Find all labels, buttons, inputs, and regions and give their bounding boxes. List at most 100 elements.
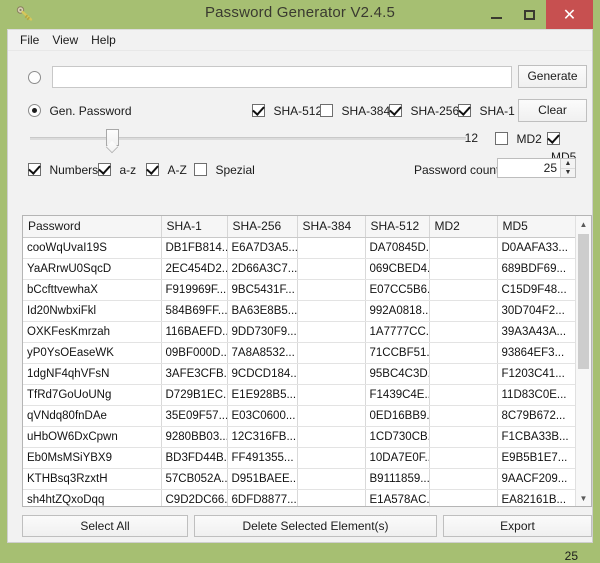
cell-password[interactable]: cooWqUvaI19S xyxy=(23,237,162,259)
cell-password[interactable]: sh4htZQxoDqq xyxy=(23,489,162,506)
table-row[interactable]: uHbOW6DxCpwn 9280BB03... 12C316FB... 1CD730… xyxy=(23,426,577,448)
cell-password[interactable]: qVNdq80fnDAe xyxy=(23,405,162,427)
cell-md5[interactable]: 93864EF3... xyxy=(497,342,577,364)
cell-md2[interactable] xyxy=(429,384,498,406)
charset-option-lowercase[interactable]: a-z xyxy=(98,161,136,179)
cell-sha512[interactable]: 10DA7E0F... xyxy=(365,447,430,469)
cell-sha256[interactable]: E03C0600... xyxy=(227,405,298,427)
select-all-button[interactable]: Select All xyxy=(22,515,188,537)
table-row[interactable]: cooWqUvaI19S DB1FB814... E6A7D3A5... DA7084… xyxy=(23,237,577,259)
cell-md5[interactable]: 11D83C0E... xyxy=(497,384,577,406)
cell-md2[interactable] xyxy=(429,342,498,364)
cell-md2[interactable] xyxy=(429,447,498,469)
cell-sha256[interactable]: 12C316FB... xyxy=(227,426,298,448)
col-header-sha1[interactable]: SHA-1 xyxy=(161,216,228,238)
cell-md5[interactable]: 689BDF69... xyxy=(497,258,577,280)
cell-sha256[interactable]: E6A7D3A5... xyxy=(227,237,298,259)
cell-md2[interactable] xyxy=(429,426,498,448)
cell-sha512[interactable]: 1A7777CC... xyxy=(365,321,430,343)
cell-sha1[interactable]: 35E09F57... xyxy=(161,405,228,427)
table-row[interactable]: 1dgNF4qhVFsN 3AFE3CFB... 9CDCD184... 95BC4C… xyxy=(23,363,577,385)
md-option-md2[interactable]: MD2 xyxy=(495,130,542,148)
cell-sha1[interactable]: 3AFE3CFB... xyxy=(161,363,228,385)
col-header-password[interactable]: Password xyxy=(23,216,162,238)
custom-password-radio[interactable] xyxy=(28,69,41,87)
cell-md2[interactable] xyxy=(429,258,498,280)
password-count-input[interactable] xyxy=(498,159,560,177)
cell-password[interactable]: TfRd7GoUoUNg xyxy=(23,384,162,406)
cell-sha384[interactable] xyxy=(297,489,366,506)
cell-md5[interactable]: EA82161B... xyxy=(497,489,577,506)
cell-sha1[interactable]: D729B1EC... xyxy=(161,384,228,406)
cell-sha384[interactable] xyxy=(297,342,366,364)
col-header-sha256[interactable]: SHA-256 xyxy=(227,216,298,238)
charset-option-numbers[interactable]: Numbers xyxy=(28,161,98,179)
cell-sha384[interactable] xyxy=(297,405,366,427)
maximize-button[interactable] xyxy=(513,0,546,29)
cell-sha512[interactable]: B9111859... xyxy=(365,468,430,490)
cell-sha512[interactable]: 0ED16BB9... xyxy=(365,405,430,427)
col-header-md2[interactable]: MD2 xyxy=(429,216,498,238)
col-header-sha384[interactable]: SHA-384 xyxy=(297,216,366,238)
gen-password-radio[interactable]: Gen. Password xyxy=(28,102,132,120)
cell-sha512[interactable]: 95BC4C3D... xyxy=(365,363,430,385)
cell-password[interactable]: KTHBsq3RzxtH xyxy=(23,468,162,490)
spinner-up-icon[interactable]: ▲ xyxy=(561,159,575,169)
cell-sha256[interactable]: D951BAEE... xyxy=(227,468,298,490)
cell-sha256[interactable]: 9DD730F9... xyxy=(227,321,298,343)
cell-md5[interactable]: 30D704F2... xyxy=(497,300,577,322)
cell-sha512[interactable]: E1A578AC... xyxy=(365,489,430,506)
close-button[interactable]: ✕ xyxy=(546,0,593,29)
table-row[interactable]: yP0YsOEaseWK 09BF000D... 7A8A8532... 71CCBF… xyxy=(23,342,577,364)
cell-md2[interactable] xyxy=(429,468,498,490)
cell-sha512[interactable]: DA70845D... xyxy=(365,237,430,259)
length-slider[interactable] xyxy=(26,127,470,151)
cell-sha256[interactable]: FF491355... xyxy=(227,447,298,469)
cell-sha1[interactable]: 584B69FF... xyxy=(161,300,228,322)
export-button[interactable]: Export xyxy=(443,515,592,537)
scroll-up-icon[interactable]: ▲ xyxy=(576,216,591,232)
table-row[interactable]: Eb0MsMSiYBX9 BD3FD44B... FF491355... 10DA7E… xyxy=(23,447,577,469)
cell-sha256[interactable]: 9CDCD184... xyxy=(227,363,298,385)
cell-password[interactable]: YaARrwU0SqcD xyxy=(23,258,162,280)
cell-sha384[interactable] xyxy=(297,258,366,280)
cell-sha384[interactable] xyxy=(297,447,366,469)
hash-option-sha512[interactable]: SHA-512 xyxy=(252,102,322,120)
cell-password[interactable]: Eb0MsMSiYBX9 xyxy=(23,447,162,469)
generate-button[interactable]: Generate xyxy=(518,65,587,88)
cell-password[interactable]: OXKFesKmrzah xyxy=(23,321,162,343)
minimize-button[interactable] xyxy=(480,0,513,29)
cell-md5[interactable]: F1203C41... xyxy=(497,363,577,385)
cell-md2[interactable] xyxy=(429,489,498,506)
cell-md2[interactable] xyxy=(429,363,498,385)
charset-option-special[interactable]: Spezial xyxy=(194,161,255,179)
cell-sha512[interactable]: F1439C4E... xyxy=(365,384,430,406)
results-table[interactable]: Password SHA-1 SHA-256 SHA-384 SHA-512 M… xyxy=(22,215,592,507)
slider-thumb[interactable] xyxy=(106,129,119,146)
cell-md5[interactable]: 9AACF209... xyxy=(497,468,577,490)
cell-sha512[interactable]: 71CCBF51... xyxy=(365,342,430,364)
hash-option-sha1[interactable]: SHA-1 xyxy=(458,102,515,120)
cell-sha1[interactable]: BD3FD44B... xyxy=(161,447,228,469)
cell-md5[interactable]: C15D9F48... xyxy=(497,279,577,301)
cell-sha512[interactable]: E07CC5B6... xyxy=(365,279,430,301)
cell-sha1[interactable]: 9280BB03... xyxy=(161,426,228,448)
table-row[interactable]: Id20NwbxiFkl 584B69FF... BA63E8B5... 992A08… xyxy=(23,300,577,322)
cell-password[interactable]: yP0YsOEaseWK xyxy=(23,342,162,364)
cell-sha256[interactable]: 2D66A3C7... xyxy=(227,258,298,280)
cell-sha256[interactable]: BA63E8B5... xyxy=(227,300,298,322)
cell-sha256[interactable]: 7A8A8532... xyxy=(227,342,298,364)
cell-sha384[interactable] xyxy=(297,300,366,322)
scroll-down-icon[interactable]: ▼ xyxy=(576,490,591,506)
cell-password[interactable]: 1dgNF4qhVFsN xyxy=(23,363,162,385)
cell-sha512[interactable]: 1CD730CB... xyxy=(365,426,430,448)
cell-sha512[interactable]: 069CBED4... xyxy=(365,258,430,280)
cell-sha1[interactable]: 2EC454D2... xyxy=(161,258,228,280)
cell-md2[interactable] xyxy=(429,237,498,259)
clear-button[interactable]: Clear xyxy=(518,99,587,122)
cell-md5[interactable]: F1CBA33B... xyxy=(497,426,577,448)
cell-sha1[interactable]: 09BF000D... xyxy=(161,342,228,364)
table-row[interactable]: KTHBsq3RzxtH 57CB052A... D951BAEE... B91118… xyxy=(23,468,577,490)
cell-sha1[interactable]: 116BAEFD... xyxy=(161,321,228,343)
charset-option-uppercase[interactable]: A-Z xyxy=(146,161,187,179)
